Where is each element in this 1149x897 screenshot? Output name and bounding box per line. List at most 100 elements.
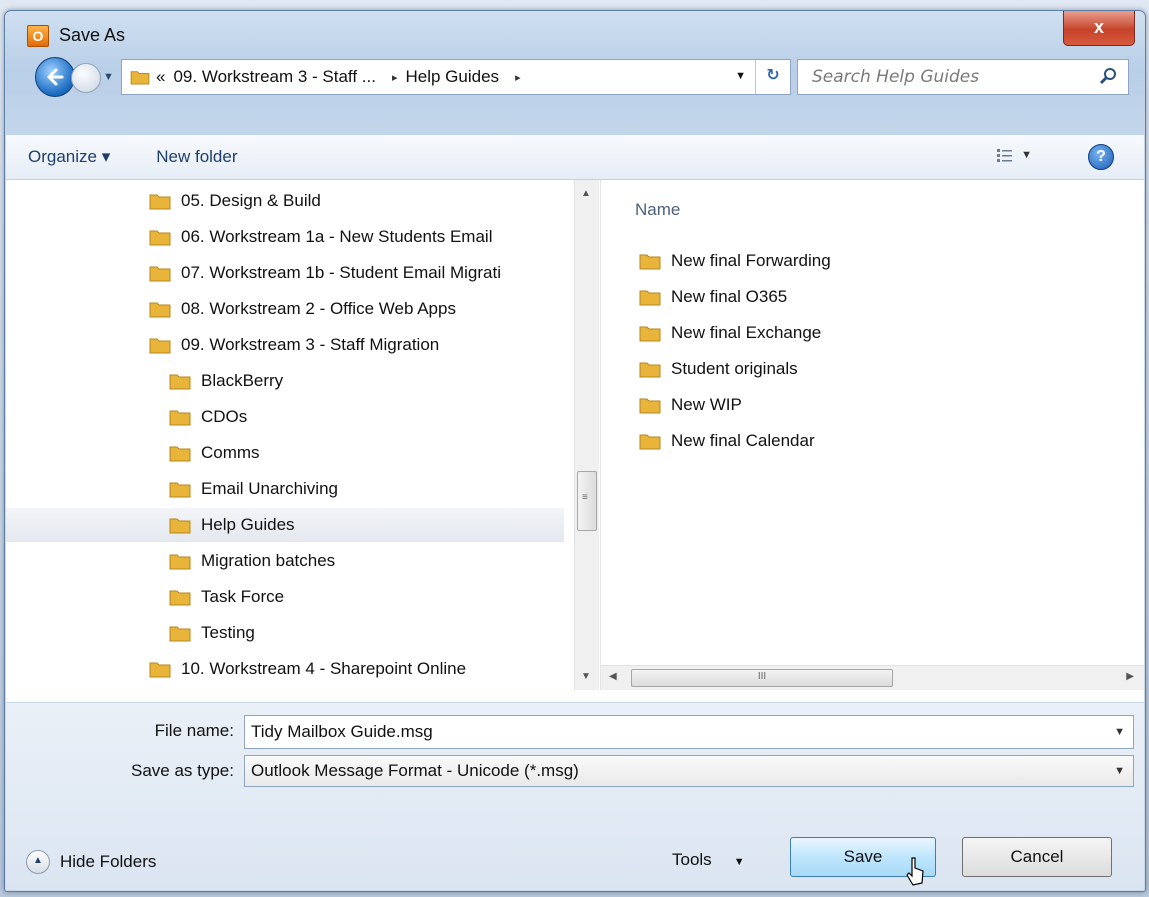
search-box[interactable] — [797, 59, 1129, 95]
breadcrumb-separator-icon[interactable]: ▸ — [392, 71, 398, 84]
browser-panes: 05. Design & Build 06. Workstream 1a - N… — [6, 180, 1144, 702]
folder-icon — [169, 554, 191, 570]
scroll-thumb[interactable]: III — [631, 669, 893, 687]
tree-item[interactable]: Email Unarchiving — [169, 472, 338, 506]
tree-item-label: Task Force — [201, 587, 285, 606]
breadcrumb-separator-icon[interactable]: ▸ — [515, 71, 521, 84]
breadcrumb-overflow[interactable]: « — [156, 67, 165, 87]
forward-button[interactable] — [71, 63, 101, 93]
tree-item[interactable]: 10. Workstream 4 - Sharepoint Online — [149, 652, 466, 686]
folder-icon — [169, 518, 191, 534]
scroll-left-icon[interactable]: ◀ — [609, 671, 617, 682]
tree-item[interactable]: 06. Workstream 1a - New Students Email — [149, 220, 492, 254]
hide-folders-label: Hide Folders — [60, 852, 157, 871]
save-as-type-label: Save as type: — [130, 761, 234, 780]
save-as-type-dropdown-icon[interactable]: ▼ — [1114, 766, 1125, 777]
file-name-dropdown-icon[interactable]: ▼ — [1114, 726, 1125, 738]
view-dropdown-icon[interactable]: ▼ — [1021, 149, 1032, 161]
folder-icon — [639, 254, 661, 270]
list-item[interactable]: New final O365 — [639, 280, 787, 314]
list-item-label: New final O365 — [671, 287, 788, 306]
tree-item-selected[interactable]: Help Guides — [6, 508, 564, 542]
folder-icon — [169, 446, 191, 462]
folder-icon — [639, 290, 661, 306]
folder-icon — [639, 362, 661, 378]
file-list-horizontal-scrollbar[interactable]: ◀ III ▶ — [601, 665, 1144, 690]
tree-item[interactable]: Comms — [169, 436, 260, 470]
tree-item[interactable]: BlackBerry — [169, 364, 283, 398]
tree-item-label: Email Unarchiving — [201, 479, 338, 498]
help-icon[interactable]: ? — [1088, 144, 1114, 170]
list-item[interactable]: Student originals — [639, 352, 798, 386]
command-toolbar: Organize ▾ New folder ▼ ? — [6, 135, 1144, 180]
list-item-label: New final Calendar — [671, 431, 815, 450]
tree-item-label: 06. Workstream 1a - New Students Email — [181, 227, 493, 246]
view-options-icon[interactable] — [996, 147, 1014, 165]
tree-item[interactable]: Testing — [169, 616, 255, 650]
folder-icon — [149, 230, 171, 246]
scroll-thumb[interactable]: ≡ — [577, 471, 597, 531]
scroll-right-icon[interactable]: ▶ — [1126, 671, 1134, 682]
recent-pages-dropdown-icon[interactable]: ▼ — [103, 71, 114, 83]
refresh-icon[interactable]: ↻ — [755, 60, 790, 94]
file-name-field[interactable]: ▼ — [244, 715, 1134, 749]
scroll-up-icon[interactable]: ▲ — [581, 188, 591, 199]
tree-item[interactable]: Migration batches — [169, 544, 335, 578]
tree-item-label: CDOs — [201, 407, 248, 426]
address-bar[interactable]: « 09. Workstream 3 - Staff ... ▸ Help Gu… — [121, 59, 791, 95]
breadcrumb-workstream3[interactable]: 09. Workstream 3 - Staff ... — [173, 67, 376, 87]
folder-icon — [169, 590, 191, 606]
title-bar[interactable]: O Save As x — [5, 11, 1145, 55]
address-dropdown-icon[interactable]: ▼ — [735, 70, 746, 82]
tree-item[interactable]: CDOs — [169, 400, 247, 434]
navigation-bar: ▼ « 09. Workstream 3 - Staff ... ▸ Help … — [5, 57, 1145, 101]
tree-item[interactable]: 09. Workstream 3 - Staff Migration — [149, 328, 439, 362]
folder-icon — [639, 434, 661, 450]
cancel-button[interactable]: Cancel — [962, 837, 1112, 877]
chevron-up-icon: ▲ — [26, 850, 50, 874]
outlook-app-icon: O — [27, 25, 49, 47]
search-input[interactable] — [798, 60, 1104, 94]
list-item[interactable]: New final Calendar — [639, 424, 815, 458]
list-item[interactable]: New final Forwarding — [639, 244, 831, 278]
save-as-type-select[interactable]: Outlook Message Format - Unicode (*.msg)… — [244, 755, 1134, 787]
folder-icon — [639, 326, 661, 342]
folder-icon — [639, 398, 661, 414]
list-item-label: New final Exchange — [671, 323, 822, 342]
tree-item-label: Help Guides — [201, 515, 295, 534]
list-item-label: New final Forwarding — [671, 251, 831, 270]
tools-menu-button[interactable]: Tools ▼ — [672, 850, 745, 870]
column-header-name[interactable]: Name — [635, 200, 680, 220]
tree-item-label: 05. Design & Build — [181, 191, 321, 210]
hide-folders-button[interactable]: ▲ Hide Folders — [26, 850, 156, 874]
file-list: Name New final Forwarding New final O365… — [600, 180, 1144, 690]
breadcrumb-help-guides[interactable]: Help Guides — [406, 67, 500, 87]
navigation-tree: 05. Design & Build 06. Workstream 1a - N… — [6, 180, 574, 690]
list-item-label: New WIP — [671, 395, 742, 414]
organize-button[interactable]: Organize ▾ — [6, 147, 134, 167]
scroll-down-icon[interactable]: ▼ — [581, 671, 591, 682]
tree-item-label: BlackBerry — [201, 371, 284, 390]
close-button[interactable]: x — [1063, 11, 1135, 46]
tree-item[interactable]: 05. Design & Build — [149, 184, 321, 218]
tree-item[interactable]: Task Force — [169, 580, 284, 614]
tree-vertical-scrollbar[interactable]: ▲ ≡ ▼ — [574, 180, 599, 690]
tools-label: Tools — [672, 850, 712, 869]
save-as-type-value: Outlook Message Format - Unicode (*.msg) — [251, 761, 579, 780]
file-name-label: File name: — [154, 721, 234, 740]
tree-item[interactable]: 07. Workstream 1b - Student Email Migrat… — [149, 256, 501, 290]
back-button[interactable] — [35, 57, 75, 97]
back-arrow-icon — [47, 68, 64, 86]
list-item[interactable]: New WIP — [639, 388, 742, 422]
file-name-input[interactable] — [245, 716, 1097, 748]
list-item[interactable]: New final Exchange — [639, 316, 821, 350]
folder-icon — [130, 71, 150, 85]
tree-item[interactable]: 08. Workstream 2 - Office Web Apps — [149, 292, 456, 326]
new-folder-button[interactable]: New folder — [134, 147, 261, 167]
tree-item-label: 07. Workstream 1b - Student Email Migrat… — [181, 263, 501, 282]
search-icon[interactable] — [1100, 67, 1118, 85]
mouse-cursor-icon — [906, 857, 924, 886]
folder-icon — [169, 626, 191, 642]
list-item-label: Student originals — [671, 359, 798, 378]
folder-icon — [149, 662, 171, 678]
